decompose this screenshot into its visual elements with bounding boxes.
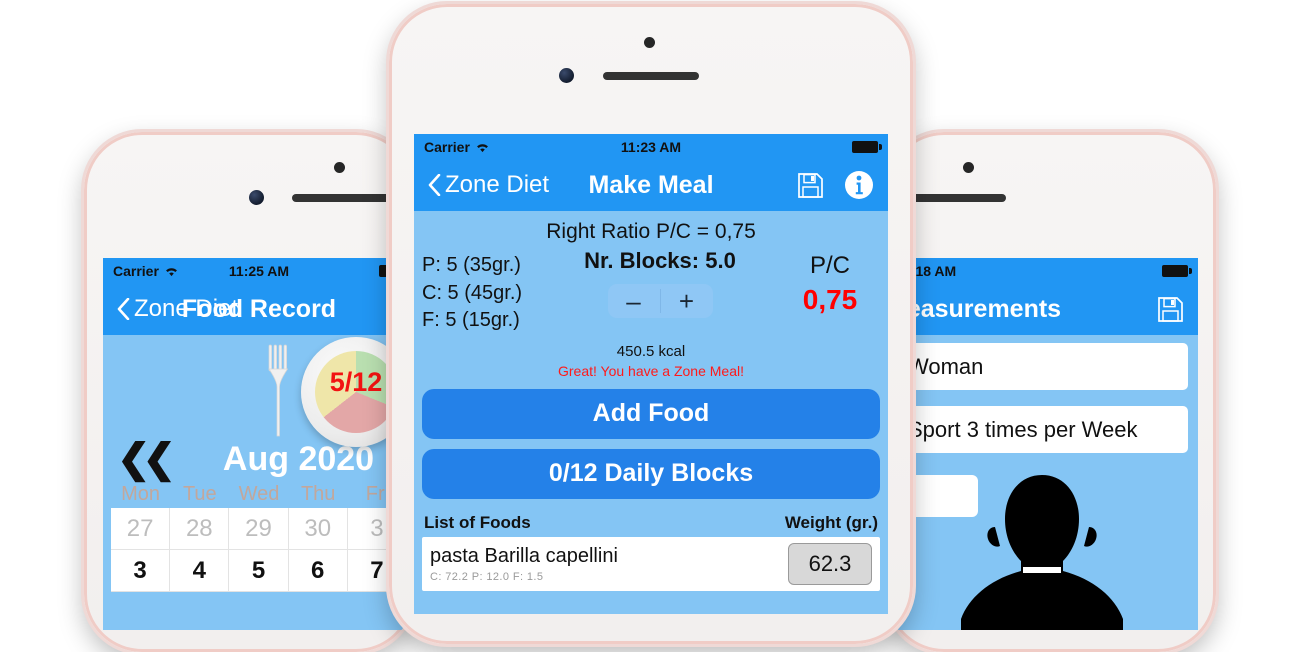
status-bar-left: Carrier 11:25 AM <box>103 258 414 283</box>
calendar-grid: 27 28 29 30 3 3 4 5 6 7 <box>111 508 408 592</box>
status-bar-center: Carrier 11:23 AM <box>414 134 888 159</box>
day-header: Wed <box>238 483 280 505</box>
chevron-left-icon <box>117 297 130 321</box>
pc-label: P/C <box>809 252 850 279</box>
calendar-day-cell[interactable]: 29 <box>229 508 289 550</box>
floppy-disk-save-icon[interactable] <box>797 172 824 199</box>
phone-right: 11:18 AM Measurements Woman Sport 3 time… <box>886 132 1216 652</box>
status-time-right: 11:18 AM <box>896 262 957 279</box>
day-header: Thu <box>300 483 336 505</box>
food-item-info: pasta Barilla capellini C: 72.2 P: 12.0 … <box>430 545 788 583</box>
weight-column-label: Weight (gr.) <box>784 512 878 532</box>
front-camera-icon <box>644 37 655 48</box>
back-button-left[interactable]: Zone Diet <box>117 295 238 323</box>
plate-summary: 5/12 <box>103 335 414 447</box>
status-time-center: 11:23 AM <box>620 138 682 155</box>
macro-breakdown: P: 5 (35gr.) C: 5 (45gr.) F: 5 (15gr.) <box>422 248 540 335</box>
carbs-line: C: 5 (45gr.) <box>422 281 523 304</box>
floppy-disk-save-icon[interactable] <box>1157 296 1184 323</box>
food-item-name: pasta Barilla capellini <box>430 544 618 567</box>
day-header: Tue <box>182 483 217 505</box>
nav-bar-left: Zone Diet Food Record <box>103 283 414 335</box>
double-chevron-left-icon[interactable]: ❮❮ <box>117 439 176 479</box>
chevron-left-icon <box>428 173 441 197</box>
nav-icons-right <box>1157 296 1184 323</box>
pc-value: 0,75 <box>802 284 858 315</box>
zone-meal-message: Great! You have a Zone Meal! <box>557 362 744 379</box>
battery-icon <box>852 140 882 153</box>
phone-center-screen: Carrier 11:23 AM Zone Diet Make Meal Rig… <box>414 134 888 614</box>
phone-right-screen: 11:18 AM Measurements Woman Sport 3 time… <box>886 258 1198 630</box>
earpiece-speaker <box>910 194 1006 202</box>
nav-bar-center: Zone Diet Make Meal <box>414 159 888 211</box>
calendar-day-cell[interactable]: 30 <box>288 508 348 550</box>
meal-summary-row: P: 5 (35gr.) C: 5 (45gr.) F: 5 (15gr.) N… <box>422 248 880 335</box>
pc-ratio-display: P/C 0,75 <box>780 248 880 316</box>
status-time-left: 11:25 AM <box>228 262 290 279</box>
front-camera-icon <box>334 162 345 173</box>
calendar-week-row: 27 28 29 30 3 <box>111 508 408 550</box>
blocks-count-label: Nr. Blocks: 5.0 <box>584 248 736 273</box>
add-food-button[interactable]: Add Food <box>422 388 880 439</box>
back-button-center[interactable]: Zone Diet <box>428 171 549 199</box>
make-meal-body: Right Ratio P/C = 0,75 P: 5 (35gr.) C: 5… <box>414 211 888 614</box>
back-label-left: Zone Diet <box>134 295 239 322</box>
stepper-plus-button[interactable]: + <box>661 284 713 318</box>
status-bar-right: 11:18 AM <box>886 258 1198 283</box>
calendar-day-cell[interactable]: 28 <box>170 508 230 550</box>
status-right-center <box>852 140 882 153</box>
protein-line: P: 5 (35gr.) <box>422 254 521 276</box>
food-record-body: 5/12 ❮❮ Aug 2020 Mon Tue Wed Thu Fri 27 <box>103 335 414 630</box>
gender-field[interactable]: Woman <box>896 343 1188 390</box>
stepper-minus-button[interactable]: – <box>608 284 660 318</box>
calendar-day-cell[interactable]: 3 <box>111 550 171 592</box>
calendar-day-cell[interactable]: 6 <box>288 550 348 592</box>
blocks-stepper[interactable]: – + <box>607 284 713 318</box>
blocks-control: Nr. Blocks: 5.0 – + <box>540 248 780 318</box>
nav-bar-right: Measurements <box>886 283 1198 335</box>
calendar-day-cell[interactable]: 27 <box>111 508 171 550</box>
list-of-foods-label: List of Foods <box>424 512 531 532</box>
page-title-right: Measurements <box>886 294 1062 323</box>
food-weight-input[interactable]: 62.3 <box>788 542 872 585</box>
back-label-center: Zone Diet <box>445 171 550 198</box>
kcal-label: 450.5 kcal <box>616 342 686 360</box>
calendar-day-cell[interactable]: 4 <box>170 550 230 592</box>
calendar-day-headers: Mon Tue Wed Thu Fri <box>103 479 414 508</box>
screenshot-stage: Carrier 11:25 AM Zone Diet Food Record 5… <box>0 0 1300 652</box>
info-circle-icon[interactable] <box>844 170 874 200</box>
phone-left-screen: Carrier 11:25 AM Zone Diet Food Record 5… <box>103 258 414 630</box>
nav-icons-center <box>797 170 874 200</box>
daily-blocks-button[interactable]: 0/12 Daily Blocks <box>422 448 880 499</box>
phone-center: Carrier 11:23 AM Zone Diet Make Meal Rig… <box>389 4 913 644</box>
measurements-body: Woman Sport 3 times per Week <box>886 335 1198 630</box>
phone-left: Carrier 11:25 AM Zone Diet Food Record 5… <box>84 132 414 652</box>
right-ratio-label: Right Ratio P/C = 0,75 <box>546 220 756 243</box>
earpiece-speaker <box>603 72 699 80</box>
food-list-header: List of Foods Weight (gr.) <box>422 513 880 537</box>
avatar-area <box>890 473 1188 630</box>
status-right-right <box>1162 264 1192 277</box>
food-item-macros: C: 72.2 P: 12.0 F: 1.5 <box>430 570 544 583</box>
calendar-week-row: 3 4 5 6 7 <box>111 550 408 592</box>
food-list-item[interactable]: pasta Barilla capellini C: 72.2 P: 12.0 … <box>422 536 880 591</box>
earpiece-speaker <box>292 194 392 202</box>
proximity-sensor-icon <box>559 68 574 83</box>
day-header: Mon <box>121 483 161 505</box>
fat-line: F: 5 (15gr.) <box>422 309 520 332</box>
calendar-day-cell[interactable]: 5 <box>229 550 289 592</box>
fork-icon <box>267 343 289 438</box>
front-camera-icon <box>963 162 974 173</box>
proximity-sensor-icon <box>249 190 264 205</box>
activity-field[interactable]: Sport 3 times per Week <box>896 406 1188 453</box>
battery-icon <box>1162 264 1192 277</box>
person-silhouette-icon <box>947 467 1137 630</box>
